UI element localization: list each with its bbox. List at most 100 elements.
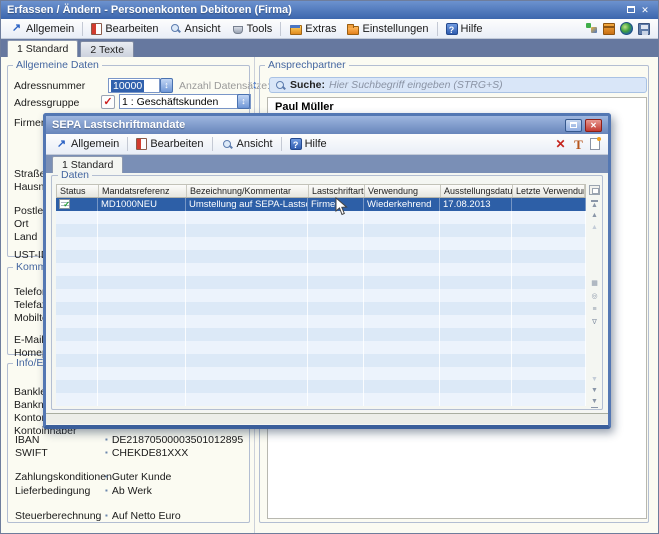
table-row-empty[interactable] xyxy=(56,393,586,406)
table-cell xyxy=(308,393,364,406)
nav-up-icon[interactable]: ▲ xyxy=(588,212,601,220)
restore-window-button[interactable] xyxy=(624,4,638,16)
nav-down-page-icon[interactable]: ▼ xyxy=(588,376,601,384)
adressgruppe-combobox[interactable]: 1 : Geschäftskunden xyxy=(119,94,251,109)
table-cell xyxy=(440,328,512,341)
mouse-cursor xyxy=(335,197,348,216)
table-cell xyxy=(186,237,308,250)
table-header: StatusMandatsreferenzBezeichnung/Komment… xyxy=(56,184,586,198)
nav-first-icon[interactable]: ▲ xyxy=(588,200,601,210)
restore-icon xyxy=(570,122,577,128)
menu-item-einstellungen[interactable]: Einstellungen xyxy=(341,21,433,36)
sepa-lastschriftmandate-dialog: SEPA Lastschriftmandate ✕ ↗AllgemeinBear… xyxy=(43,113,611,429)
globe-icon[interactable] xyxy=(620,22,633,35)
table-row-empty[interactable] xyxy=(56,211,586,224)
table-cell xyxy=(364,380,440,393)
menu-item-label: Hilfe xyxy=(461,23,483,35)
table-row-empty[interactable] xyxy=(56,289,586,302)
table-cell xyxy=(98,341,186,354)
menu-item-hilfe[interactable]: ?Hilfe xyxy=(285,137,332,151)
adressgruppe-value: 1 : Geschäftskunden xyxy=(122,96,218,108)
menu-item-bearbeiten[interactable]: Bearbeiten xyxy=(86,22,163,36)
table-cell xyxy=(186,211,308,224)
menu-item-allgemein[interactable]: ↗Allgemein xyxy=(5,21,79,36)
filter-icon[interactable]: ∇ xyxy=(588,319,601,327)
field-label-land: Land xyxy=(14,231,37,243)
menu-item-label: Ansicht xyxy=(237,138,273,150)
table-row-empty[interactable] xyxy=(56,224,586,237)
column-header-mandatsreferenz[interactable]: Mandatsreferenz xyxy=(99,185,187,197)
adressgruppe-label: Adressgruppe xyxy=(14,97,79,109)
adressgruppe-spinner[interactable]: ↕ xyxy=(237,94,250,109)
contact-search-input[interactable]: Suche: Hier Suchbegriff eingeben (STRG+S… xyxy=(269,77,647,93)
menu-item-tools[interactable]: Tools xyxy=(226,21,278,36)
bullet-icon: ▪ xyxy=(105,486,108,495)
table-row-empty[interactable] xyxy=(56,315,586,328)
app-window: Erfassen / Ändern - Personenkonten Debit… xyxy=(0,0,659,534)
menu-item-allgemein[interactable]: ↗Allgemein xyxy=(50,137,124,152)
nav-last-icon[interactable]: ▼ xyxy=(588,398,601,408)
table-cell xyxy=(56,315,98,328)
adressgruppe-check-button[interactable]: ✓ xyxy=(101,95,115,109)
dialog-restore-button[interactable] xyxy=(565,119,582,132)
table-cell xyxy=(56,211,98,224)
table-cell xyxy=(364,367,440,380)
sync-icon[interactable] xyxy=(585,22,598,35)
table-cell xyxy=(56,354,98,367)
column-header-ausstellungsdatum[interactable]: Ausstellungsdatum xyxy=(441,185,513,197)
table-cell xyxy=(308,380,364,393)
column-header-status[interactable]: Status xyxy=(57,185,99,197)
column-header-verwendung[interactable]: Verwendung xyxy=(365,185,441,197)
menu-item-ansicht[interactable]: Ansicht xyxy=(164,21,226,36)
bullet-icon: ▪ xyxy=(105,472,108,481)
edit-book-icon xyxy=(136,138,147,150)
dialog-menu: ↗Allgemein Bearbeiten Ansicht ?Hilfe xyxy=(50,137,332,152)
table-cell xyxy=(186,341,308,354)
adressnummer-spinner[interactable]: ↕ xyxy=(160,78,173,93)
adressnummer-input[interactable]: 10000 xyxy=(108,78,160,93)
table-row-empty[interactable] xyxy=(56,328,586,341)
table-row-empty[interactable] xyxy=(56,341,586,354)
grid-view-icon[interactable]: ▦ xyxy=(588,280,601,288)
table-row-empty[interactable] xyxy=(56,302,586,315)
table-row-empty[interactable] xyxy=(56,237,586,250)
delete-x-icon[interactable]: ✕ xyxy=(554,138,567,151)
table-cell xyxy=(56,276,98,289)
package-icon[interactable] xyxy=(603,23,615,35)
nav-up-page-icon[interactable]: ▲ xyxy=(588,224,601,232)
tab-standard[interactable]: 1 Standard xyxy=(7,40,78,57)
table-row-empty[interactable] xyxy=(56,367,586,380)
splitter-grip-icon[interactable]: ↕ xyxy=(252,79,258,91)
dialog-close-button[interactable]: ✕ xyxy=(585,119,602,132)
menu-item-bearbeiten[interactable]: Bearbeiten xyxy=(131,137,208,151)
menu-item-ansicht[interactable]: Ansicht xyxy=(216,137,278,152)
table-body: MD1000NEUUmstellung auf SEPA-Lastschrift… xyxy=(56,198,586,406)
table-row-empty[interactable] xyxy=(56,250,586,263)
hammer-icon[interactable]: T xyxy=(572,138,585,151)
save-icon[interactable] xyxy=(638,23,650,35)
table-row-empty[interactable] xyxy=(56,276,586,289)
bank-value-zahlungskonditionen: ▪Guter Kunde xyxy=(105,471,171,483)
table-cell xyxy=(364,250,440,263)
table-cell xyxy=(440,315,512,328)
table-row[interactable]: MD1000NEUUmstellung auf SEPA-Lastschrift… xyxy=(56,198,586,211)
column-header-bezeichnungkommentar[interactable]: Bezeichnung/Kommentar xyxy=(187,185,309,197)
column-header-lastschriftart[interactable]: Lastschriftart xyxy=(309,185,365,197)
tab-texte[interactable]: 2 Texte xyxy=(80,41,134,57)
new-document-icon[interactable] xyxy=(590,138,600,150)
column-chooser-icon[interactable] xyxy=(589,185,600,195)
menu-item-extras[interactable]: Extras xyxy=(284,21,341,36)
table-cell xyxy=(56,380,98,393)
close-window-button[interactable]: ✕ xyxy=(638,4,652,16)
arrow-ne-icon: ↗ xyxy=(55,138,68,151)
table-row-empty[interactable] xyxy=(56,354,586,367)
column-header-letzteverwendung[interactable]: Letzte Verwendung xyxy=(513,185,585,197)
row-select-icon[interactable]: ≡ xyxy=(588,306,601,314)
menu-item-hilfe[interactable]: ?Hilfe xyxy=(441,22,488,36)
table-cell xyxy=(98,354,186,367)
table-row-empty[interactable] xyxy=(56,380,586,393)
search-row-icon[interactable]: ◎ xyxy=(588,293,601,301)
nav-down-icon[interactable]: ▼ xyxy=(588,387,601,395)
table-row-empty[interactable] xyxy=(56,263,586,276)
table-cell xyxy=(186,289,308,302)
